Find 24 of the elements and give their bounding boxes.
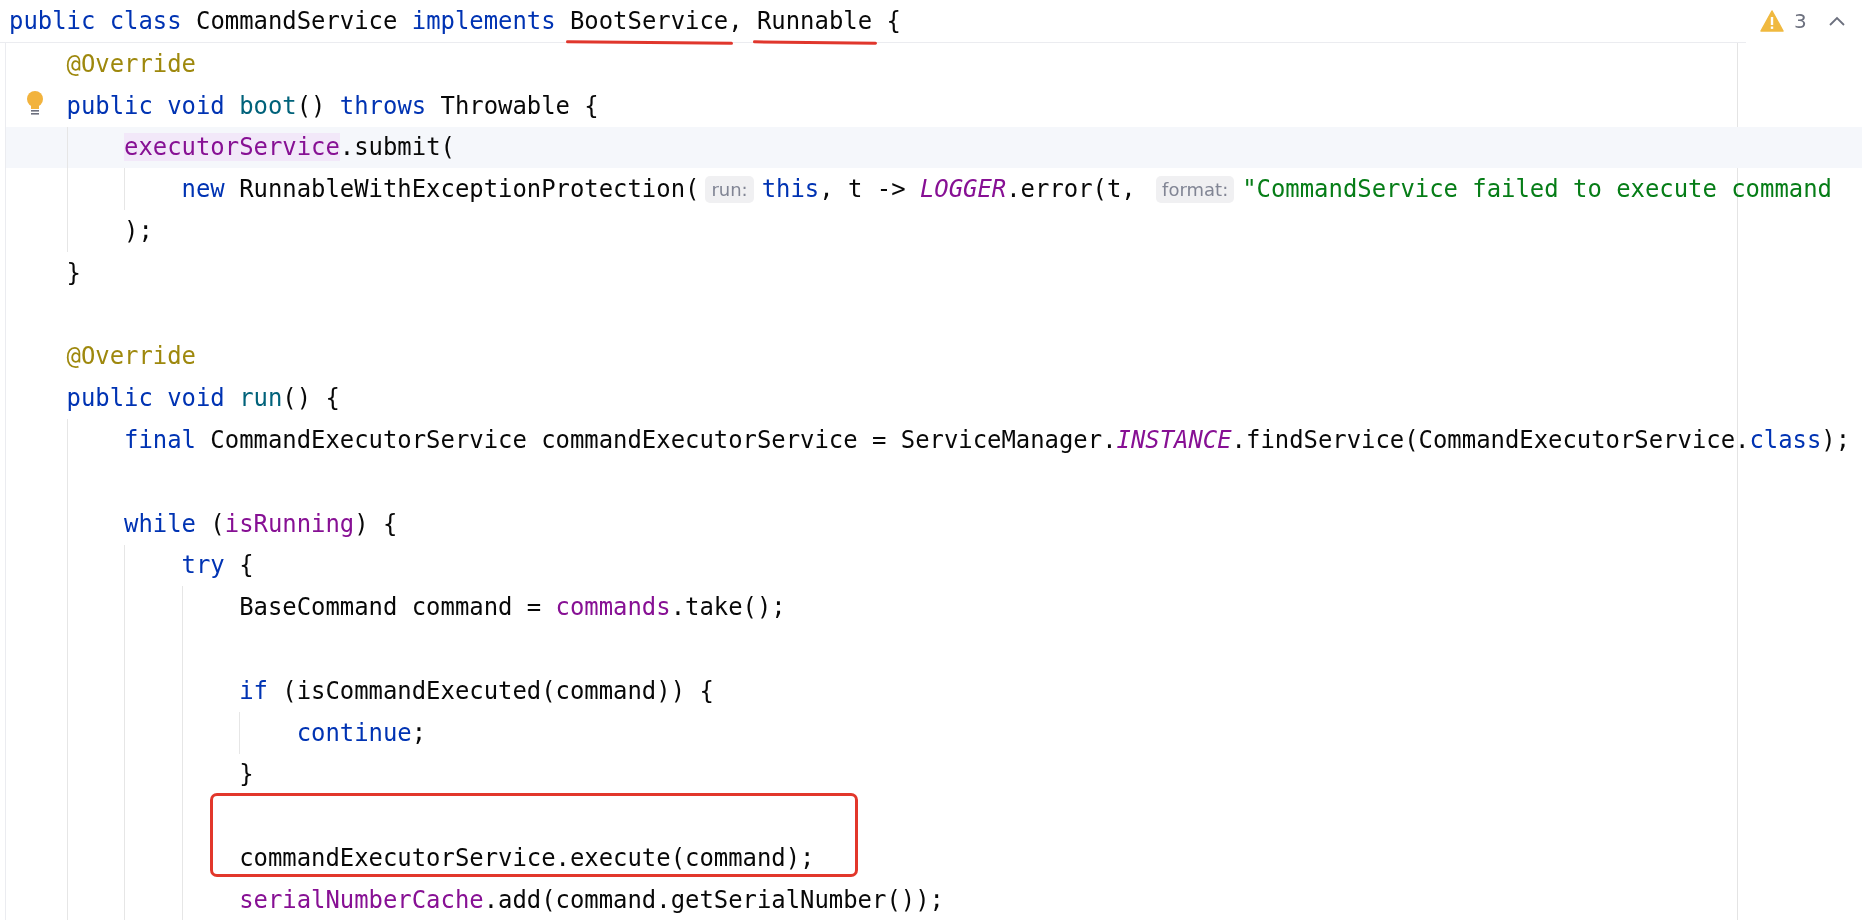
chevron-up-icon[interactable] bbox=[1828, 16, 1845, 26]
code-text: public void run() { bbox=[66, 384, 340, 413]
code-text: try { bbox=[181, 551, 254, 580]
code-text: @Override bbox=[66, 342, 196, 371]
code-text: } bbox=[239, 760, 254, 789]
code-text: ); bbox=[124, 217, 153, 246]
code-text: BaseCommand command = commands.take(); bbox=[239, 593, 786, 622]
code-text: final CommandExecutorService commandExecutorService = ServiceManager.INSTANCE.findService(CommandExecutorService.class); bbox=[124, 426, 1851, 455]
code-text: new RunnableWithExceptionProtection( bbox=[181, 175, 700, 204]
warning-count: 3 bbox=[1794, 9, 1807, 33]
parameter-hint: format: bbox=[1156, 175, 1235, 203]
code-text: commandExecutorService.execute(command); bbox=[239, 844, 815, 873]
code-text: serialNumberCache.add(command.getSerialNumber()); bbox=[239, 885, 944, 914]
code-text: while (isRunning) { bbox=[124, 509, 398, 538]
code-text: public void boot() throws Throwable { bbox=[66, 91, 599, 120]
parameter-hint: run: bbox=[705, 175, 754, 203]
code-text: public class CommandService implements BootService, Runnable { bbox=[9, 7, 901, 35]
code-text: @Override bbox=[66, 49, 196, 78]
code-text: continue; bbox=[296, 718, 427, 747]
code-text: this, t -> LOGGER.error(t, bbox=[761, 175, 1137, 204]
code-text: if (isCommandExecuted(command)) { bbox=[239, 676, 714, 705]
code-text: } bbox=[66, 258, 81, 287]
lightbulb-icon[interactable] bbox=[26, 90, 44, 117]
code-text: "CommandService failed to execute command bbox=[1242, 175, 1832, 204]
